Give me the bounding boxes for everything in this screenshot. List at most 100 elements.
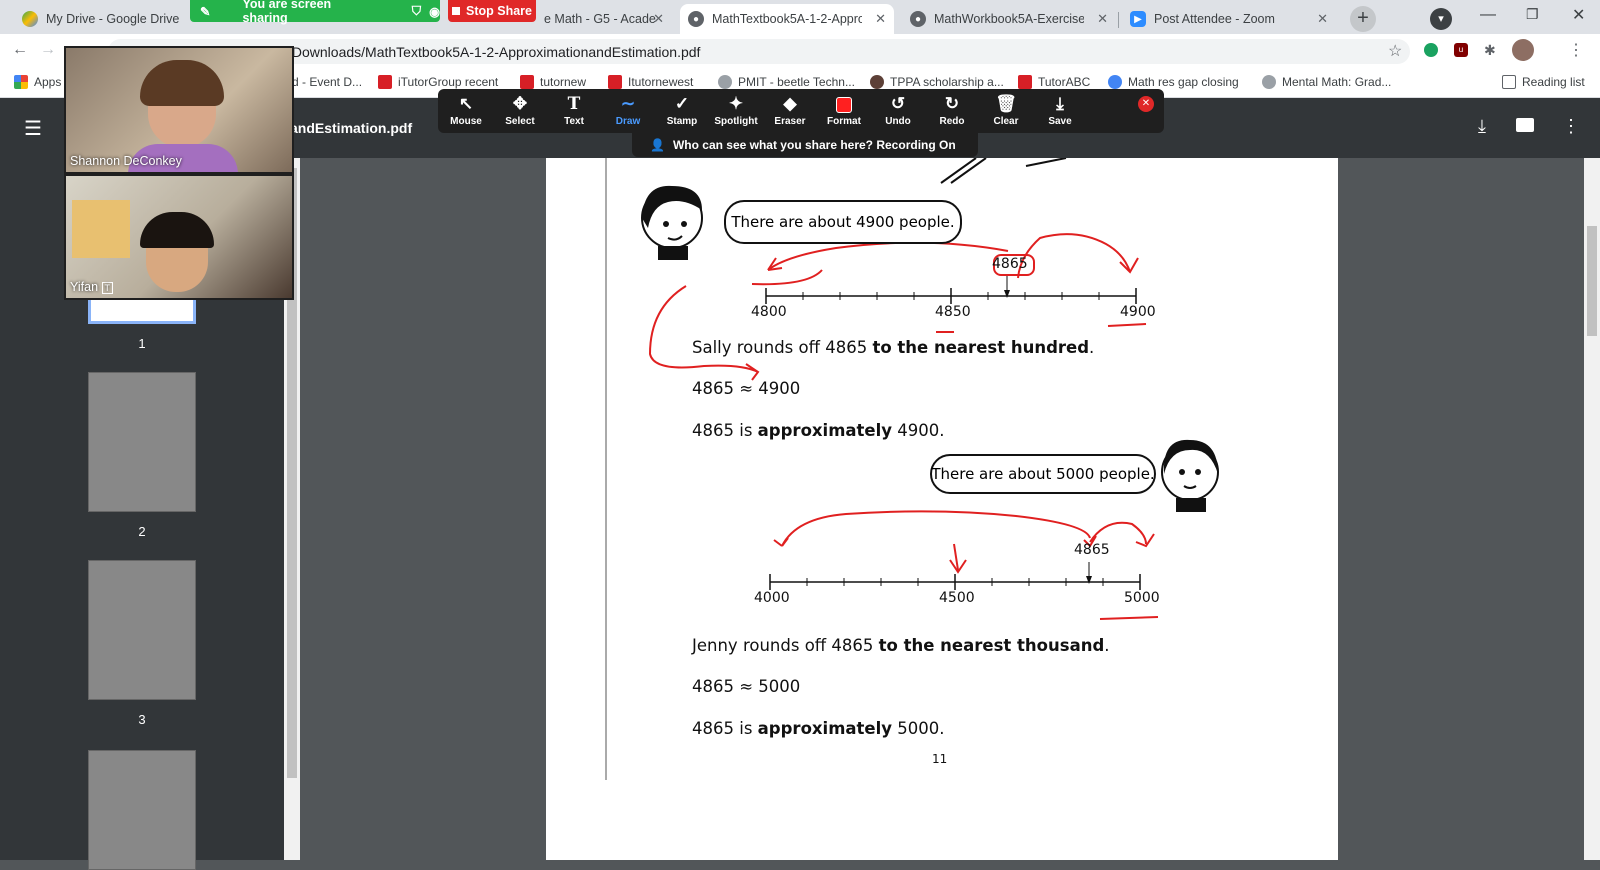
bookmark-tutornew[interactable]: tutornew	[520, 75, 586, 89]
close-tab-icon[interactable]: ✕	[1317, 11, 1328, 27]
tab-label: My Drive - Google Drive	[46, 12, 180, 26]
tool-mouse[interactable]: ↖ Mouse	[440, 94, 492, 127]
number-marker: 4865	[992, 256, 1028, 272]
participant-name: Yifan T	[70, 280, 114, 294]
print-icon[interactable]	[1516, 118, 1534, 132]
bookmark-pmit[interactable]: PMIT - beetle Techn...	[718, 75, 855, 89]
itutor-icon	[520, 75, 534, 89]
thumbnail-number: 3	[138, 712, 146, 727]
tab-math-workbook[interactable]: ● MathWorkbook5A-Exercise4_ ✕	[902, 4, 1116, 34]
tab-label: MathWorkbook5A-Exercise4_	[934, 12, 1084, 26]
sally-statement: Sally rounds off 4865 to the nearest hun…	[692, 338, 1095, 357]
tab-zoom-attendee[interactable]: ▶ Post Attendee - Zoom ✕	[1122, 4, 1336, 34]
text-icon: T	[567, 94, 581, 114]
stop-share-button[interactable]: Stop Share	[448, 0, 536, 22]
sidebar-menu-icon[interactable]: ☰	[24, 116, 42, 141]
restore-icon[interactable]: ❐	[1526, 6, 1539, 23]
url-input[interactable]: /Downloads/MathTextbook5A-1-2-Approximat…	[108, 39, 1410, 64]
globe-icon: ●	[688, 11, 704, 27]
redo-icon: ↻	[944, 94, 960, 113]
girl-illustration	[1161, 439, 1219, 512]
close-tab-icon[interactable]: ✕	[653, 11, 664, 27]
tick-label: 4500	[939, 590, 975, 606]
drive-icon	[22, 11, 38, 27]
tool-draw[interactable]: ∼ Draw	[602, 94, 654, 127]
extension-icon[interactable]	[1424, 43, 1438, 57]
tool-select[interactable]: ✥ Select	[494, 94, 546, 127]
tool-text[interactable]: T Text	[548, 94, 600, 127]
thumbnail-page-4[interactable]	[88, 750, 196, 870]
tab-google-drive[interactable]: My Drive - Google Drive	[14, 4, 194, 34]
security-icon: ◉	[429, 4, 440, 19]
participant-hair	[140, 60, 224, 106]
window-close-icon[interactable]: ✕	[1572, 5, 1585, 25]
bookmark-apps[interactable]: Apps	[14, 75, 61, 89]
tppa-icon	[870, 75, 884, 89]
bookmark-itutorgroup[interactable]: iTutorGroup recent	[378, 75, 498, 89]
zoom-icon: ▶	[1130, 11, 1146, 27]
speech-bubble: There are about 5000 people.	[930, 454, 1156, 494]
pdf-page: There are about 4900 people. There are a…	[546, 158, 1338, 860]
reading-list[interactable]: Reading list	[1502, 75, 1585, 89]
tool-clear[interactable]: 🗑 Clear	[980, 94, 1032, 127]
globe-icon	[718, 75, 732, 89]
close-annotation-icon[interactable]: ✕	[1138, 96, 1154, 112]
bookmark-tppa[interactable]: TPPA scholarship a...	[870, 75, 1004, 89]
approx-equation: 4865 ≈ 4900	[692, 379, 801, 398]
thumbnail-page-2[interactable]	[88, 372, 196, 512]
tool-undo[interactable]: ↺ Undo	[872, 94, 924, 127]
recording-notice[interactable]: 👤 Who can see what you share here? Recor…	[632, 133, 978, 157]
stop-icon	[452, 7, 460, 15]
bookmark-event[interactable]: rd - Event D...	[288, 75, 362, 89]
tool-format[interactable]: Format	[818, 94, 870, 127]
tab-math-academy[interactable]: e Math - G5 - Acade ✕	[536, 4, 672, 34]
tool-eraser[interactable]: ◆ Eraser	[764, 94, 816, 127]
globe-icon	[1262, 75, 1276, 89]
tab-search-icon[interactable]: ▾	[1430, 8, 1452, 30]
thumbnail-number: 2	[138, 524, 146, 539]
check-icon: ✓	[674, 94, 690, 113]
page-scrollbar[interactable]	[1584, 158, 1600, 860]
bookmark-math-res[interactable]: Math res gap closing	[1108, 75, 1239, 89]
screen-sharing-banner[interactable]: ✎ You are screen sharing ⛉ ◉	[190, 0, 440, 25]
back-icon[interactable]: ←	[12, 41, 28, 59]
page-number: 11	[932, 752, 948, 766]
bookmark-star-icon[interactable]: ☆	[1388, 41, 1402, 61]
draw-icon: ∼	[620, 94, 636, 113]
sharing-status: You are screen sharing	[242, 0, 332, 25]
minimize-icon[interactable]: —	[1480, 6, 1496, 24]
tool-save[interactable]: ⤓ Save	[1034, 94, 1086, 127]
bookmark-itutornewest[interactable]: Itutornewest	[608, 75, 693, 89]
cursor-icon: ↖	[458, 94, 474, 113]
approx-equation: 4865 ≈ 5000	[692, 677, 801, 696]
globe-icon	[1108, 75, 1122, 89]
apps-grid-icon	[14, 75, 28, 89]
bookmark-mental-math[interactable]: Mental Math: Grad...	[1262, 75, 1391, 89]
ublock-icon[interactable]: u	[1454, 43, 1468, 57]
tool-stamp[interactable]: ✓ Stamp	[656, 94, 708, 127]
extensions-puzzle-icon[interactable]: ✱	[1484, 43, 1498, 57]
thumbnail-page-1[interactable]	[88, 296, 196, 324]
close-tab-icon[interactable]: ✕	[1097, 11, 1108, 27]
more-options-icon[interactable]: ⋮	[1562, 116, 1580, 137]
closed-caption-icon: T	[101, 282, 114, 294]
participant-hair	[140, 212, 214, 248]
bookmark-tutorabc[interactable]: TutorABC	[1018, 75, 1090, 89]
new-tab-button[interactable]: +	[1350, 6, 1376, 32]
color-swatch-icon	[818, 94, 870, 114]
video-tile-student[interactable]: Yifan T	[64, 174, 294, 300]
video-tile-host[interactable]: Shannon DeConkey	[64, 46, 294, 174]
tab-math-textbook[interactable]: ● MathTextbook5A-1-2-Approx ✕	[680, 4, 894, 34]
participant-name: Shannon DeConkey	[70, 154, 182, 168]
forward-icon[interactable]: →	[40, 41, 56, 59]
profile-avatar[interactable]	[1512, 39, 1534, 61]
download-icon[interactable]: ⤓	[1478, 116, 1486, 137]
tool-spotlight[interactable]: ✦ Spotlight	[710, 94, 762, 127]
tab-label: e Math - G5 - Acade	[544, 12, 656, 26]
thumbnail-page-3[interactable]	[88, 560, 196, 700]
menu-kebab-icon[interactable]: ⋮	[1568, 40, 1584, 60]
tool-redo[interactable]: ↻ Redo	[926, 94, 978, 127]
speech-bubble: There are about 4900 people.	[724, 200, 962, 244]
people-icon: 👤	[650, 138, 665, 152]
close-tab-icon[interactable]: ✕	[875, 11, 886, 27]
